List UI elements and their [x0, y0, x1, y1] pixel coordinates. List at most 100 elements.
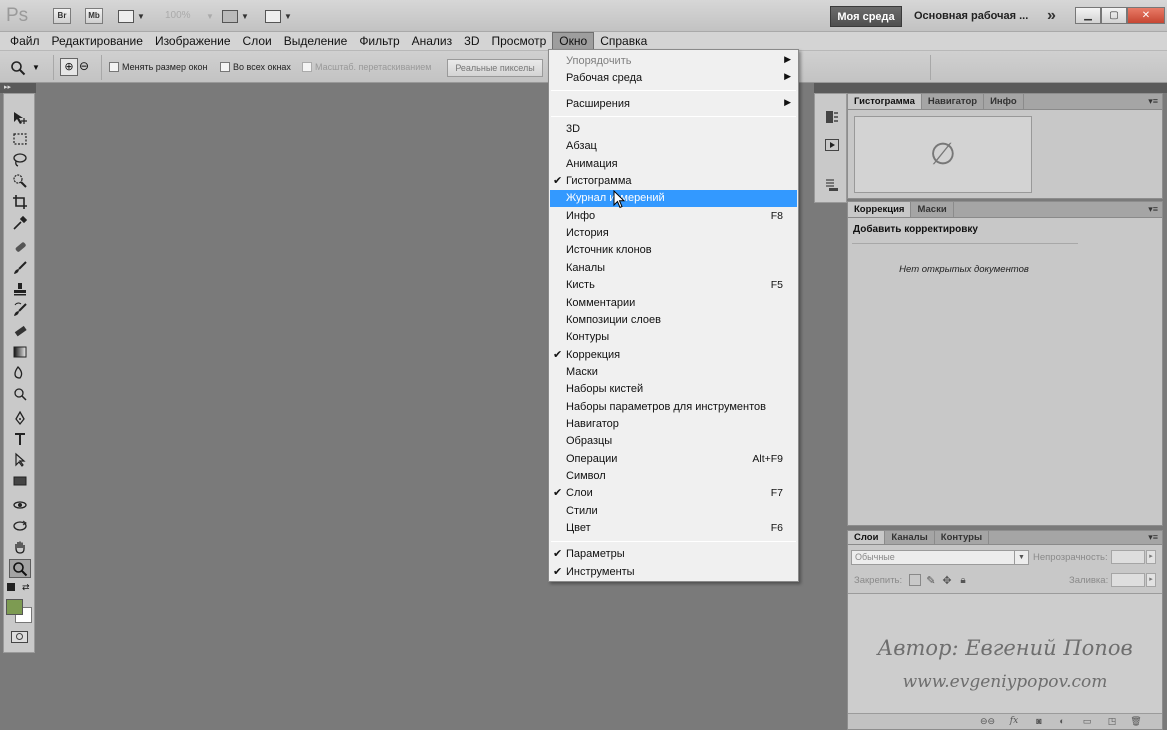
- view-extras-dropdown[interactable]: ▼: [118, 8, 145, 24]
- brush-tool-icon[interactable]: [9, 258, 31, 277]
- foreground-color-swatch[interactable]: [6, 599, 23, 615]
- default-colors-icon[interactable]: [7, 583, 15, 591]
- menu-item-18[interactable]: Образцы: [550, 433, 797, 450]
- menu-item-2[interactable]: Анимация: [550, 156, 797, 173]
- adjustment-layer-icon[interactable]: ◐: [1055, 716, 1069, 728]
- workspace-my-button[interactable]: Моя среда: [830, 6, 902, 27]
- tab-layers[interactable]: Слои: [848, 531, 886, 544]
- quick-selection-tool-icon[interactable]: [9, 171, 31, 190]
- lock-image-icon[interactable]: ✎: [925, 574, 937, 587]
- menu-item-14[interactable]: Маски: [550, 364, 797, 381]
- menu-item-21[interactable]: ✔ Слои F7: [550, 485, 797, 502]
- lock-transparency-icon[interactable]: [909, 574, 921, 586]
- eraser-tool-icon[interactable]: [9, 321, 31, 340]
- menu-item-bottom-1[interactable]: ✔ Инструменты: [550, 564, 797, 581]
- eyedropper-tool-icon[interactable]: [9, 213, 31, 232]
- zoom-out-icon[interactable]: ⊖: [79, 59, 89, 73]
- more-workspaces-button[interactable]: »: [1047, 7, 1056, 25]
- zoom-dropdown[interactable]: ▼: [206, 8, 214, 24]
- tab-navigator[interactable]: Навигатор: [922, 94, 985, 109]
- menu-item-20[interactable]: Символ: [550, 468, 797, 485]
- bridge-button[interactable]: Br: [53, 8, 71, 24]
- menu-item-23[interactable]: Цвет F6: [550, 520, 797, 537]
- opacity-slider-toggle[interactable]: ▸: [1146, 550, 1156, 564]
- move-tool-icon[interactable]: [9, 108, 31, 127]
- menu-item-1[interactable]: Абзац: [550, 138, 797, 155]
- menu-item-0[interactable]: 3D: [550, 121, 797, 138]
- link-layers-icon[interactable]: ⊖⊖: [980, 716, 995, 728]
- menu-help[interactable]: Справка: [594, 32, 653, 50]
- fill-slider-toggle[interactable]: ▸: [1146, 573, 1156, 587]
- measurement-log-panel-icon[interactable]: [822, 176, 842, 194]
- tab-masks[interactable]: Маски: [911, 202, 954, 217]
- menu-item-13[interactable]: ✔ Коррекция: [550, 347, 797, 364]
- 3d-orbit-tool-icon[interactable]: [9, 516, 31, 535]
- menu-filter[interactable]: Фильтр: [353, 32, 405, 50]
- menu-item-arrange[interactable]: Упорядочить ▶: [550, 53, 797, 70]
- menu-item-bottom-0[interactable]: ✔ Параметры: [550, 546, 797, 563]
- tab-channels[interactable]: Каналы: [885, 531, 935, 544]
- menu-item-12[interactable]: Контуры: [550, 329, 797, 346]
- marquee-tool-icon[interactable]: [9, 129, 31, 148]
- panel-menu-icon[interactable]: ▾≡: [1148, 96, 1158, 107]
- 3d-rotate-tool-icon[interactable]: [9, 495, 31, 514]
- maximize-icon[interactable]: ▢: [1101, 7, 1127, 24]
- menu-item-4[interactable]: Журнал измерений: [550, 190, 797, 208]
- crop-tool-icon[interactable]: [9, 192, 31, 211]
- menu-item-17[interactable]: Навигатор: [550, 416, 797, 433]
- blend-mode-select[interactable]: Обычные ▼: [851, 550, 1029, 565]
- history-brush-tool-icon[interactable]: [9, 300, 31, 319]
- hand-tool-icon[interactable]: [9, 537, 31, 556]
- pen-tool-icon[interactable]: [9, 408, 31, 427]
- rectangle-tool-icon[interactable]: [9, 471, 31, 490]
- layer-style-icon[interactable]: fx: [1007, 716, 1021, 728]
- menu-item-16[interactable]: Наборы параметров для инструментов: [550, 399, 797, 416]
- actions-panel-icon[interactable]: [822, 136, 842, 154]
- menu-item-9[interactable]: Кисть F5: [550, 277, 797, 294]
- actual-pixels-button[interactable]: Реальные пикселы: [447, 59, 543, 77]
- close-icon[interactable]: ✕: [1127, 7, 1165, 24]
- minimize-icon[interactable]: ▁: [1075, 7, 1101, 24]
- menu-item-10[interactable]: Комментарии: [550, 295, 797, 312]
- new-layer-icon[interactable]: ◳: [1105, 716, 1119, 728]
- fill-field[interactable]: [1111, 573, 1145, 587]
- zoom-in-icon[interactable]: ⊕: [60, 58, 78, 76]
- dodge-tool-icon[interactable]: [9, 384, 31, 403]
- menu-image[interactable]: Изображение: [149, 32, 237, 50]
- new-group-icon[interactable]: ▭: [1080, 716, 1094, 728]
- tab-adjustments[interactable]: Коррекция: [848, 202, 912, 217]
- menu-file[interactable]: Файл: [4, 32, 46, 50]
- tool-preset-picker[interactable]: ▼: [10, 58, 48, 77]
- healing-brush-tool-icon[interactable]: [9, 237, 31, 256]
- menu-item-11[interactable]: Композиции слоев: [550, 312, 797, 329]
- zoom-all-windows-checkbox[interactable]: Во всех окнах: [220, 62, 291, 72]
- menu-item-8[interactable]: Каналы: [550, 260, 797, 277]
- blur-tool-icon[interactable]: [9, 363, 31, 382]
- clone-stamp-tool-icon[interactable]: [9, 279, 31, 298]
- menu-item-15[interactable]: Наборы кистей: [550, 381, 797, 398]
- lasso-tool-icon[interactable]: [9, 150, 31, 169]
- menu-3d[interactable]: 3D: [458, 32, 485, 50]
- menu-item-extensions[interactable]: Расширения ▶: [550, 96, 797, 113]
- menu-window[interactable]: Окно: [552, 32, 595, 50]
- screen-mode-dropdown[interactable]: ▼: [265, 8, 292, 24]
- mini-bridge-button[interactable]: Mb: [85, 8, 103, 24]
- gradient-tool-icon[interactable]: [9, 342, 31, 361]
- arrange-documents-dropdown[interactable]: ▼: [222, 8, 249, 24]
- tab-paths[interactable]: Контуры: [935, 531, 990, 544]
- menu-select[interactable]: Выделение: [278, 32, 354, 50]
- panels-dock-header[interactable]: [847, 83, 1167, 93]
- opacity-field[interactable]: [1111, 550, 1145, 564]
- menu-item-6[interactable]: История: [550, 225, 797, 242]
- tab-info[interactable]: Инфо: [984, 94, 1024, 109]
- history-panel-icon[interactable]: [822, 108, 842, 126]
- quick-mask-icon[interactable]: [11, 631, 28, 643]
- layers-list[interactable]: Автор: Евгений Попов www.evgeniypopov.co…: [848, 593, 1162, 713]
- menu-item-22[interactable]: Стили: [550, 503, 797, 520]
- path-selection-tool-icon[interactable]: [9, 450, 31, 469]
- lock-position-icon[interactable]: ✥: [941, 574, 953, 587]
- panel-menu-icon[interactable]: ▾≡: [1148, 204, 1158, 215]
- zoom-level-field[interactable]: 100%: [165, 10, 191, 21]
- menu-layers[interactable]: Слои: [237, 32, 278, 50]
- delete-layer-icon[interactable]: 🗑︎: [1129, 716, 1143, 728]
